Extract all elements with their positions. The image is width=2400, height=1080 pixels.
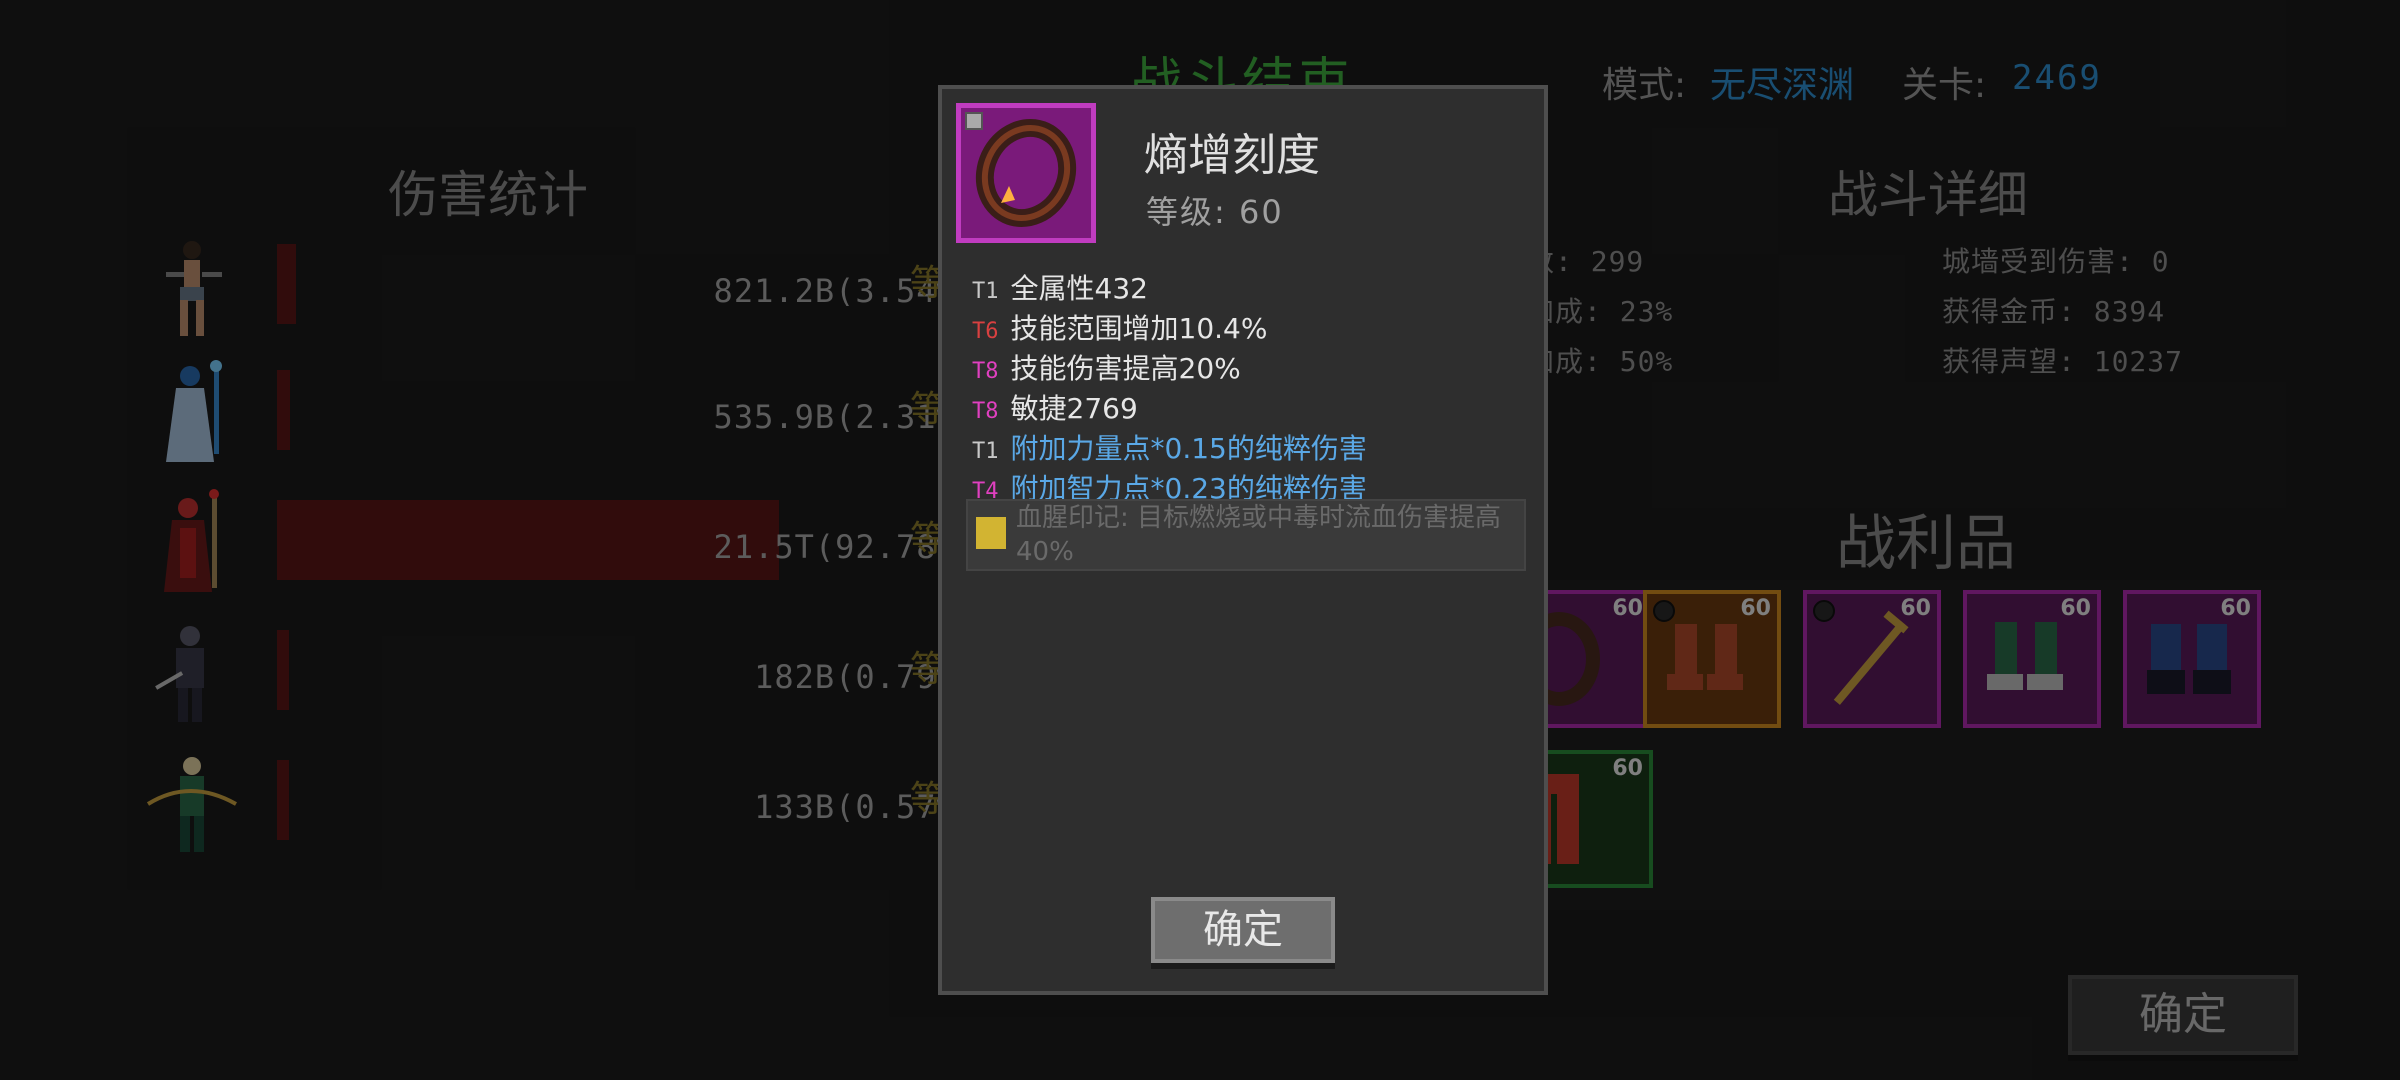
affix-text: 技能伤害提高20% (1010, 352, 1241, 385)
affix-tier: T8 (972, 399, 999, 424)
affix-text: 全属性432 (1010, 272, 1148, 305)
affix-tier: T1 (972, 439, 999, 464)
affix-text: 技能范围增加10.4% (1010, 312, 1268, 345)
affix-row: T6 技能范围增加10.4% (972, 307, 1267, 347)
set-card-icon (976, 517, 1006, 549)
tooltip-confirm-button[interactable]: 确定 (1151, 897, 1335, 963)
set-bonus-text: 血腥印记: 目标燃烧或中毒时流血伤害提高40% (1016, 503, 1502, 567)
affix-row: T1 全属性432 (972, 267, 1148, 307)
affix-row: T8 技能伤害提高20% (972, 347, 1241, 387)
affix-text: 附加力量点*0.15的纯粹伤害 (1010, 432, 1367, 465)
item-icon-frame (956, 103, 1096, 243)
lock-icon (965, 112, 983, 130)
affix-tier: T8 (972, 359, 999, 384)
item-level: 等级: 60 (1146, 193, 1284, 231)
affix-tier: T6 (972, 319, 999, 344)
affix-text: 敏捷2769 (1010, 392, 1138, 425)
item-tooltip: 熵增刻度 等级: 60 T1 全属性432 T6 技能范围增加10.4% T8 技能伤… (938, 85, 1548, 995)
item-name: 熵增刻度 (1144, 130, 1320, 181)
affix-row: T1 附加力量点*0.15的纯粹伤害 (972, 427, 1367, 467)
affix-row: T8 敏捷2769 (972, 387, 1138, 427)
affix-tier: T1 (972, 279, 999, 304)
set-bonus: 血腥印记: 目标燃烧或中毒时流血伤害提高40% (966, 499, 1526, 571)
